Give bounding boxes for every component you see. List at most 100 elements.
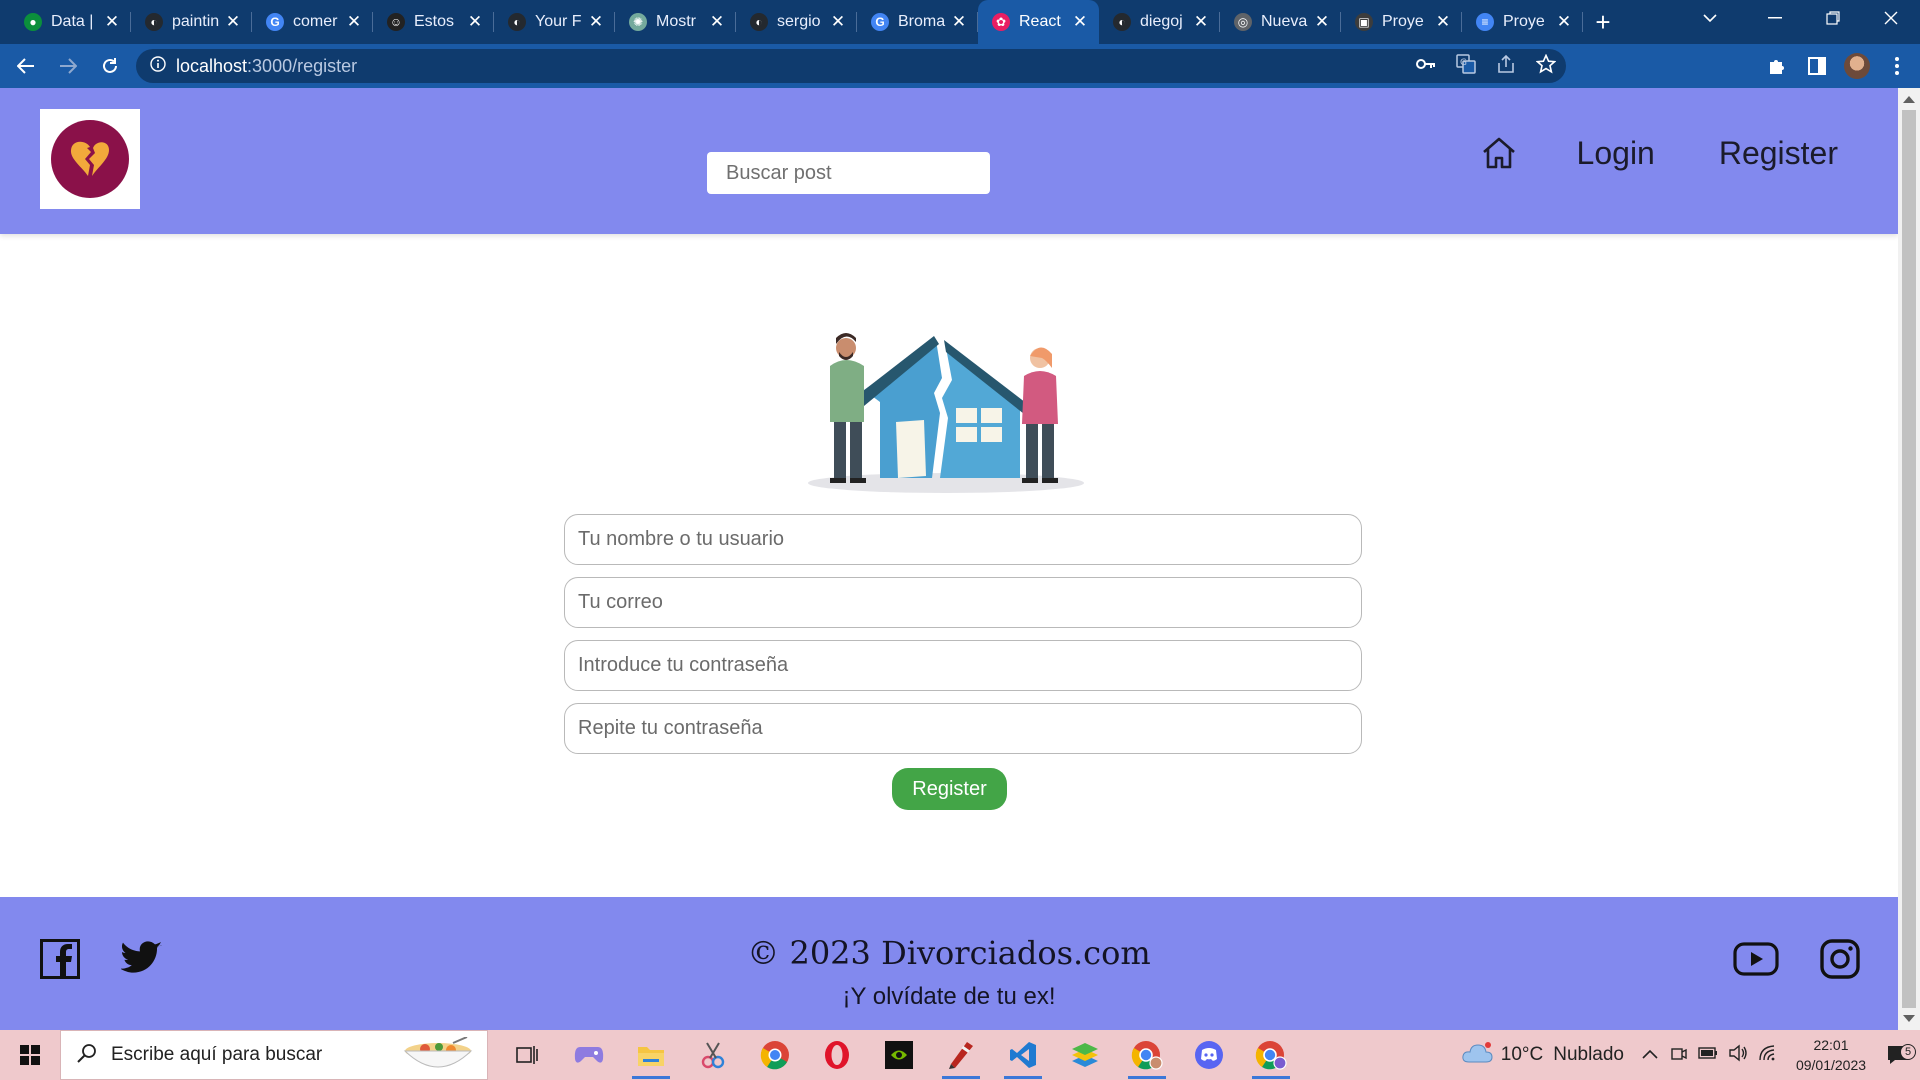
home-icon[interactable] [1479, 133, 1519, 173]
tab-close-icon[interactable]: ✕ [1071, 12, 1089, 32]
browser-tab[interactable]: ✺ Mostr ✕ [615, 0, 736, 44]
browser-tab[interactable]: ◐ diegoj ✕ [1099, 0, 1220, 44]
repeat-password-input[interactable] [564, 703, 1362, 754]
pen-app-icon[interactable] [930, 1030, 992, 1080]
browser-menu-icon[interactable] [1884, 53, 1910, 79]
system-clock[interactable]: 22:01 09/01/2023 [1786, 1035, 1876, 1075]
username-input[interactable] [564, 514, 1362, 565]
discord-icon[interactable] [1178, 1030, 1240, 1080]
minimize-button[interactable] [1746, 0, 1804, 36]
notification-badge: 5 [1900, 1044, 1916, 1060]
tab-favicon-icon: ≡ [1476, 13, 1494, 31]
tab-close-icon[interactable]: ✕ [1313, 12, 1331, 32]
browser-tab[interactable]: ✿ React ✕ [978, 0, 1099, 44]
browser-tab[interactable]: ◐ sergio ✕ [736, 0, 857, 44]
browser-tab[interactable]: ☺ Estos ✕ [373, 0, 494, 44]
taskbar-search-placeholder: Escribe aquí para buscar [111, 1044, 323, 1065]
taskbar-apps [496, 1030, 1302, 1080]
wifi-icon[interactable] [1758, 1044, 1776, 1066]
browser-tab[interactable]: ◐ Your F ✕ [494, 0, 615, 44]
chrome-taskbar-icon[interactable] [744, 1030, 806, 1080]
new-tab-button[interactable]: + [1583, 0, 1623, 44]
translate-icon[interactable]: G [1456, 53, 1476, 79]
extensions-icon[interactable] [1764, 53, 1790, 79]
file-explorer-icon[interactable] [620, 1030, 682, 1080]
weather-widget[interactable]: 10°C Nublado [1461, 1041, 1624, 1069]
browser-tab[interactable]: G Broma ✕ [857, 0, 978, 44]
instagram-icon[interactable] [1818, 937, 1862, 981]
register-submit-button[interactable]: Register [892, 768, 1007, 810]
browser-tab[interactable]: ● Data | ✕ [10, 0, 131, 44]
tab-close-icon[interactable]: ✕ [224, 12, 242, 32]
address-bar[interactable]: localhost:3000/register G [136, 49, 1566, 83]
tab-search-button[interactable] [1690, 0, 1730, 36]
tab-close-icon[interactable]: ✕ [345, 12, 363, 32]
task-view-icon[interactable] [496, 1030, 558, 1080]
game-controller-icon[interactable] [558, 1030, 620, 1080]
tab-title: Data | [51, 13, 94, 30]
page-scrollbar[interactable] [1898, 88, 1920, 1030]
browser-tab[interactable]: Gcomer ✕ [252, 0, 373, 44]
notification-center-icon[interactable]: 5 [1876, 1044, 1920, 1066]
windows-start-icon[interactable] [0, 1030, 60, 1080]
tab-close-icon[interactable]: ✕ [829, 12, 847, 32]
footer-tagline: ¡Y olvídate de tu ex! [842, 983, 1056, 1010]
tab-close-icon[interactable]: ✕ [1434, 12, 1452, 32]
tab-close-icon[interactable]: ✕ [466, 12, 484, 32]
close-window-button[interactable] [1862, 0, 1920, 36]
nav-login-link[interactable]: Login [1577, 135, 1655, 172]
restore-button[interactable] [1804, 0, 1862, 36]
back-button[interactable] [6, 46, 46, 86]
meet-now-icon[interactable] [1670, 1044, 1688, 1067]
tab-favicon-icon: ◐ [145, 13, 163, 31]
nvidia-icon[interactable] [868, 1030, 930, 1080]
browser-tab[interactable]: ≡ Proye ✕ [1462, 0, 1583, 44]
scroll-down-arrow[interactable] [1903, 1015, 1915, 1022]
bookmark-star-icon[interactable] [1535, 53, 1557, 79]
bluestacks-icon[interactable] [1054, 1030, 1116, 1080]
scroll-up-arrow[interactable] [1903, 96, 1915, 103]
tab-favicon-icon: ● [24, 13, 42, 31]
chevron-up-icon[interactable] [1642, 1046, 1658, 1064]
tab-title: sergio [777, 13, 821, 30]
tab-close-icon[interactable]: ✕ [587, 12, 605, 32]
tab-close-icon[interactable]: ✕ [1555, 12, 1573, 32]
tab-title: Estos [414, 13, 455, 30]
snipping-tool-icon[interactable] [682, 1030, 744, 1080]
chrome-profile-icon[interactable] [1116, 1030, 1178, 1080]
forward-button[interactable] [48, 46, 88, 86]
tab-favicon-icon: ☺ [387, 13, 405, 31]
tab-close-icon[interactable]: ✕ [708, 12, 726, 32]
scrollbar-thumb[interactable] [1902, 110, 1916, 1008]
register-form: Register [564, 514, 1362, 810]
tab-title: React [1019, 13, 1061, 30]
chrome-profile-2-icon[interactable] [1240, 1030, 1302, 1080]
password-input[interactable] [564, 640, 1362, 691]
tab-list: ● Data | ✕ ◐ paintin ✕ Gcomer ✕ ☺ Estos ✕ ◐ Your F ✕ ✺… [0, 0, 1583, 44]
tab-close-icon[interactable]: ✕ [1192, 12, 1210, 32]
tab-close-icon[interactable]: ✕ [103, 12, 121, 32]
side-panel-icon[interactable] [1804, 53, 1830, 79]
battery-icon[interactable] [1698, 1046, 1718, 1065]
opera-icon[interactable] [806, 1030, 868, 1080]
main-nav: Login Register [1479, 128, 1838, 178]
site-info-icon[interactable] [150, 55, 166, 77]
browser-tab[interactable]: ◎ Nueva ✕ [1220, 0, 1341, 44]
share-icon[interactable] [1496, 54, 1516, 79]
youtube-icon[interactable] [1732, 937, 1780, 981]
broken-house-illustration [806, 318, 1086, 494]
browser-tab-strip: ● Data | ✕ ◐ paintin ✕ Gcomer ✕ ☺ Estos ✕ ◐ Your F ✕ ✺… [0, 0, 1920, 44]
email-input[interactable] [564, 577, 1362, 628]
site-logo[interactable] [40, 109, 140, 209]
profile-avatar[interactable] [1844, 53, 1870, 79]
reload-button[interactable] [90, 46, 130, 86]
volume-icon[interactable] [1728, 1044, 1748, 1067]
taskbar-search-box[interactable]: Escribe aquí para buscar [60, 1030, 488, 1080]
tab-close-icon[interactable]: ✕ [950, 12, 968, 32]
search-post-input[interactable] [707, 152, 990, 194]
browser-tab[interactable]: ▣ Proye ✕ [1341, 0, 1462, 44]
nav-register-link[interactable]: Register [1719, 135, 1838, 172]
browser-tab[interactable]: ◐ paintin ✕ [131, 0, 252, 44]
key-icon[interactable] [1416, 57, 1436, 75]
vscode-icon[interactable] [992, 1030, 1054, 1080]
